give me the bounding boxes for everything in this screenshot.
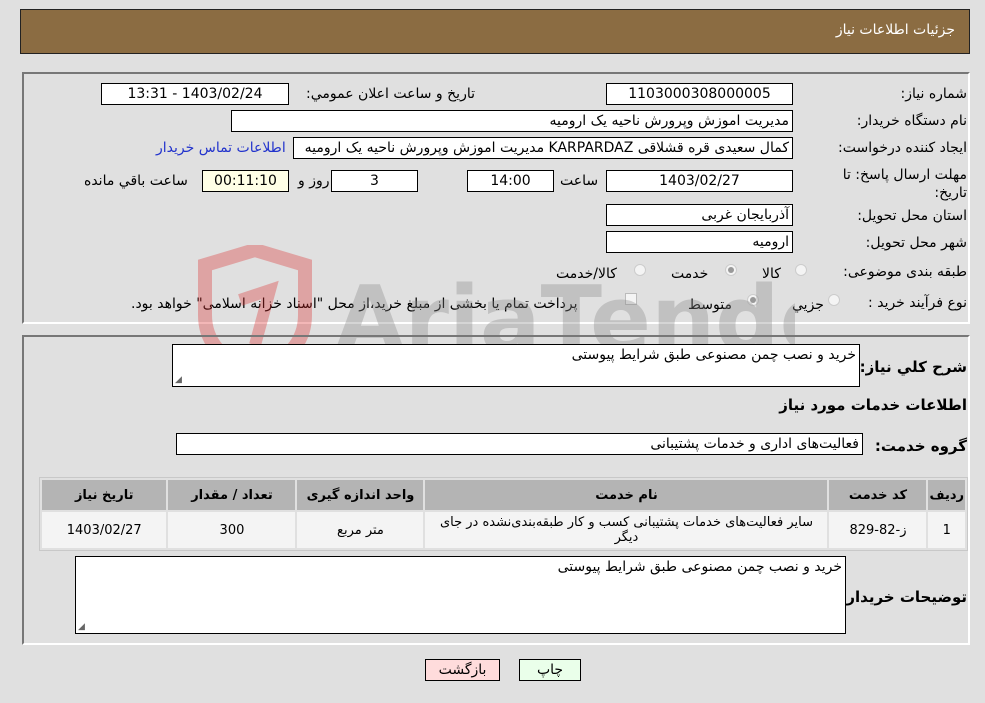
col-need-date: تاریخ نیاز [42, 480, 167, 510]
resize-grip-icon[interactable]: ◢ [78, 622, 85, 632]
buyer-notes-textarea[interactable]: خرید و نصب چمن مصنوعی طبق شرایط پیوستی ◢ [75, 556, 846, 634]
days-label: روز و [298, 173, 330, 189]
service-group-field: فعالیت‌های اداری و خدمات پشتیبانی [176, 433, 863, 455]
services-heading: اطلاعات خدمات مورد نیاز [779, 396, 967, 414]
col-quantity: تعداد / مقدار [168, 480, 296, 510]
treasury-note: پرداخت تمام یا بخشی از مبلغ خرید،از محل … [131, 296, 578, 312]
category-radio-goods-service[interactable] [634, 264, 646, 276]
buyer-org-field: مدیریت اموزش وپرورش ناحیه یک ارومیه [231, 110, 793, 132]
description-label: شرح کلي نیاز: [859, 358, 967, 376]
buyer-contact-link[interactable]: اطلاعات تماس خریدار [156, 140, 286, 156]
treasury-checkbox[interactable] [625, 293, 637, 305]
cell-quantity: 300 [168, 512, 296, 548]
category-radio-goods[interactable] [795, 264, 807, 276]
description-text: خرید و نصب چمن مصنوعی طبق شرایط پیوستی [571, 347, 856, 363]
category-option-goods: کالا [762, 266, 781, 282]
creator-label: ایجاد کننده درخواست: [838, 140, 967, 156]
remaining-time-field: 00:11:10 [202, 170, 289, 192]
back-button[interactable]: بازگشت [425, 659, 500, 681]
col-service-code: کد خدمت [829, 480, 927, 510]
description-textarea[interactable]: خرید و نصب چمن مصنوعی طبق شرایط پیوستی ◢ [172, 344, 860, 387]
page-header: جزئیات اطلاعات نیاز [20, 9, 970, 54]
announce-datetime-field: 1403/02/24 - 13:31 [101, 83, 289, 105]
col-service-name: نام خدمت [425, 480, 828, 510]
col-unit: واحد اندازه گیری [297, 480, 424, 510]
category-label: طبقه بندی موضوعی: [843, 264, 967, 280]
process-label: نوع فرآیند خرید : [868, 295, 967, 311]
cell-unit: متر مربع [297, 512, 424, 548]
buyer-notes-label: توضیحات خریدار: [840, 588, 967, 606]
remaining-label: ساعت باقي مانده [84, 173, 188, 189]
deadline-time-label: ساعت [560, 173, 599, 189]
services-table: ردیف کد خدمت نام خدمت واحد اندازه گیری ت… [39, 477, 968, 551]
page-title: جزئیات اطلاعات نیاز [835, 22, 955, 38]
buyer-notes-text: خرید و نصب چمن مصنوعی طبق شرایط پیوستی [557, 559, 842, 575]
city-label: شهر محل تحویل: [865, 235, 967, 251]
city-field: ارومیه [606, 231, 793, 253]
buyer-org-label: نام دستگاه خریدار: [856, 113, 967, 129]
cell-service-code: ز-82-829 [829, 512, 927, 548]
announce-label: تاریخ و ساعت اعلان عمومي: [306, 86, 475, 102]
service-group-label: گروه خدمت: [874, 437, 967, 455]
deadline-label: مهلت ارسال پاسخ: تا تاریخ: [842, 167, 967, 201]
need-number-field: 1103000308000005 [606, 83, 793, 105]
days-remaining-field: 3 [331, 170, 418, 192]
deadline-time-field: 14:00 [467, 170, 554, 192]
resize-grip-icon[interactable]: ◢ [175, 375, 182, 385]
deadline-date-field: 1403/02/27 [606, 170, 793, 192]
province-field: آذربایجان غربی [606, 204, 793, 226]
category-option-goods-service: کالا/خدمت [556, 266, 617, 282]
category-radio-service[interactable] [725, 264, 737, 276]
cell-service-name: سایر فعالیت‌های خدمات پشتیبانی کسب و کار… [425, 512, 828, 548]
province-label: استان محل تحویل: [857, 208, 967, 224]
table-row: 1 ز-82-829 سایر فعالیت‌های خدمات پشتیبان… [42, 512, 965, 548]
category-option-service: خدمت [671, 266, 709, 282]
process-radio-medium[interactable] [747, 294, 759, 306]
print-button[interactable]: چاپ [519, 659, 581, 681]
process-option-minor: جزیي [792, 297, 824, 313]
col-row-number: ردیف [928, 480, 965, 510]
process-radio-minor[interactable] [828, 294, 840, 306]
cell-row-number: 1 [928, 512, 965, 548]
creator-field: کمال سعیدی قره قشلاقی KARPARDAZ مدیریت ا… [293, 137, 793, 159]
table-header-row: ردیف کد خدمت نام خدمت واحد اندازه گیری ت… [42, 480, 965, 510]
need-number-label: شماره نیاز: [900, 86, 968, 102]
process-option-medium: متوسط [688, 297, 732, 313]
cell-need-date: 1403/02/27 [42, 512, 167, 548]
